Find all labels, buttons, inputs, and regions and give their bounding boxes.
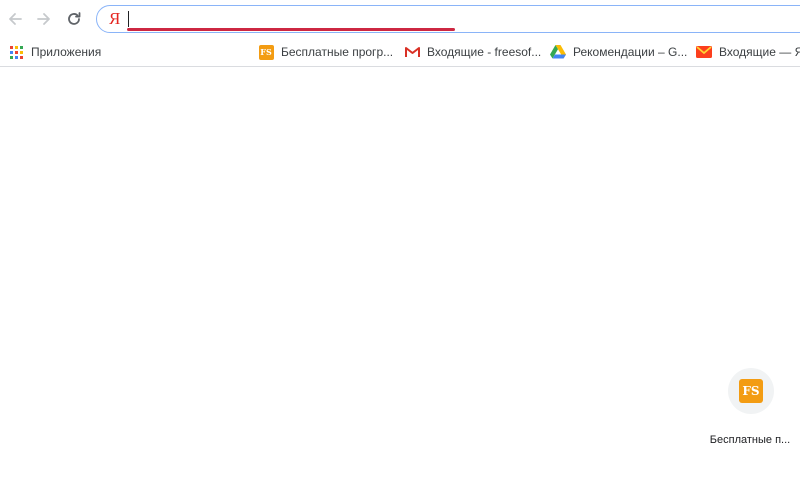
- bookmark-gmail[interactable]: Входящие - freesof...: [404, 43, 541, 61]
- browser-toolbar: Я: [0, 0, 800, 38]
- bookmark-yandex-mail[interactable]: Входящие — Як: [696, 43, 800, 61]
- yandex-logo-icon: Я: [109, 9, 121, 28]
- most-visited-tile[interactable]: FS Бесплатные п...: [704, 366, 796, 456]
- tile-label: Бесплатные п...: [709, 434, 791, 446]
- text-caret: [128, 11, 129, 27]
- forward-button[interactable]: [34, 9, 54, 29]
- yandex-mail-icon: [696, 44, 712, 60]
- bookmark-freesoft[interactable]: FS Бесплатные прогр...: [258, 43, 393, 61]
- bookmark-label: Входящие - freesof...: [427, 45, 542, 59]
- reload-button[interactable]: [64, 9, 84, 29]
- bookmark-label: Бесплатные прогр...: [281, 45, 394, 59]
- annotation-underline: [127, 28, 455, 31]
- gmail-icon: [404, 44, 420, 60]
- reload-icon: [68, 12, 81, 25]
- tile-icon-wrapper: FS: [728, 368, 774, 414]
- arrow-left-icon: [9, 13, 22, 25]
- bookmark-label: Приложения: [31, 45, 102, 59]
- arrow-right-icon: [37, 13, 50, 25]
- back-button[interactable]: [5, 9, 25, 29]
- freesoft-icon: FS: [739, 379, 763, 403]
- bookmarks-bar: Приложения FS Бесплатные прогр... Входящ…: [0, 38, 800, 67]
- google-drive-icon: [550, 44, 566, 60]
- bookmark-apps[interactable]: Приложения: [8, 43, 101, 61]
- bookmark-label: Входящие — Як: [719, 45, 800, 59]
- bookmark-label: Рекомендации – G...: [573, 45, 688, 59]
- freesoft-icon: FS: [258, 44, 274, 60]
- apps-grid-icon: [8, 44, 24, 60]
- bookmark-google-drive[interactable]: Рекомендации – G...: [550, 43, 687, 61]
